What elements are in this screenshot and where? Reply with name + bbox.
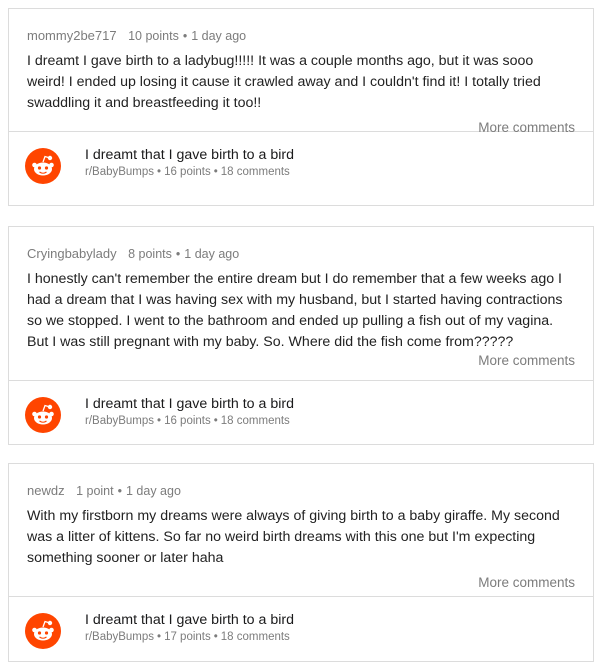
subreddit-link[interactable]: r/BabyBumps <box>85 415 154 427</box>
comment-points: 1 point <box>76 484 114 498</box>
post-link[interactable]: I dreamt that I gave birth to a bird r/B… <box>9 597 593 661</box>
comment-body: I honestly can't remember the entire dre… <box>27 271 563 350</box>
comment-meta: newdz 1 point • 1 day ago <box>27 483 181 498</box>
more-comments-link[interactable]: More comments <box>27 351 575 371</box>
post-link[interactable]: I dreamt that I gave birth to a bird r/B… <box>9 381 593 445</box>
post-info: I dreamt that I gave birth to a bird r/B… <box>85 611 294 645</box>
post-comments-count[interactable]: 18 comments <box>221 415 290 427</box>
comment-points: 10 points <box>128 29 179 43</box>
post-title[interactable]: I dreamt that I gave birth to a bird <box>85 611 294 629</box>
post-meta: r/BabyBumps • 17 points • 18 comments <box>85 631 290 643</box>
post-meta: r/BabyBumps • 16 points • 18 comments <box>85 415 290 427</box>
comment-age: 1 day ago <box>125 484 181 498</box>
post-info: I dreamt that I gave birth to a bird r/B… <box>85 395 294 429</box>
subreddit-link[interactable]: r/BabyBumps <box>85 631 154 643</box>
comment: mommy2be717 10 points • 1 day ago I dreamt… <box>9 9 593 135</box>
comment-meta: Cryingbabylady 8 points • 1 day ago <box>27 246 240 261</box>
comment-body: With my firstborn my dreams were always … <box>27 508 560 566</box>
post-points: 16 points <box>164 166 211 178</box>
comment: newdz 1 point • 1 day ago With my firstbor… <box>9 464 593 596</box>
reddit-alien-icon <box>25 148 61 184</box>
comment-meta: mommy2be717 10 points • 1 day ago <box>27 28 247 43</box>
comment-body: I dreamt I gave birth to a ladybug!!!!! … <box>27 53 541 111</box>
post-comments-count[interactable]: 18 comments <box>221 631 290 643</box>
comment-points: 8 points <box>128 247 172 261</box>
post-points: 16 points <box>164 415 211 427</box>
username-link[interactable]: mommy2be717 <box>27 28 117 43</box>
comment-age: 1 day ago <box>184 247 240 261</box>
more-comments-link[interactable]: More comments <box>27 573 575 593</box>
comment-feed: mommy2be717 10 points • 1 day ago I dreamt… <box>0 0 600 669</box>
comment-card: mommy2be717 10 points • 1 day ago I dreamt… <box>8 8 594 206</box>
comment-card: newdz 1 point • 1 day ago With my firstbor… <box>8 463 594 662</box>
post-title[interactable]: I dreamt that I gave birth to a bird <box>85 146 294 164</box>
username-link[interactable]: newdz <box>27 483 65 498</box>
reddit-alien-icon <box>25 613 61 649</box>
post-points: 17 points <box>164 631 211 643</box>
reddit-alien-icon <box>25 397 61 433</box>
post-meta: r/BabyBumps • 16 points • 18 comments <box>85 166 290 178</box>
comment: Cryingbabylady 8 points • 1 day ago I hone… <box>9 227 593 380</box>
comment-card: Cryingbabylady 8 points • 1 day ago I hone… <box>8 226 594 445</box>
subreddit-link[interactable]: r/BabyBumps <box>85 166 154 178</box>
post-title[interactable]: I dreamt that I gave birth to a bird <box>85 395 294 413</box>
post-link[interactable]: I dreamt that I gave birth to a bird r/B… <box>9 132 593 196</box>
post-info: I dreamt that I gave birth to a bird r/B… <box>85 146 294 180</box>
post-comments-count[interactable]: 18 comments <box>221 166 290 178</box>
username-link[interactable]: Cryingbabylady <box>27 246 117 261</box>
comment-age: 1 day ago <box>191 29 247 43</box>
